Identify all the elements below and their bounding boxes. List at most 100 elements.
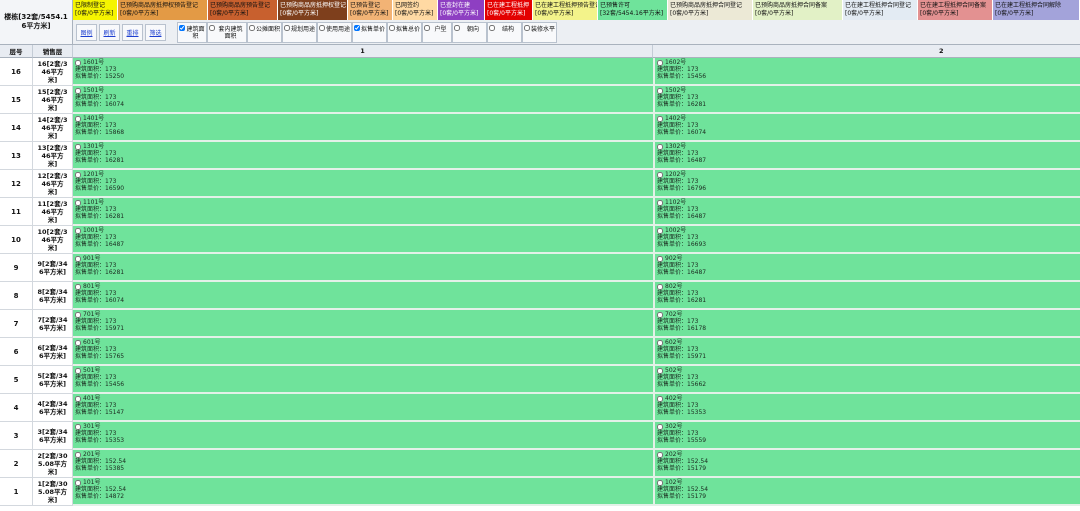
refresh-link[interactable]: 刷新 (99, 23, 120, 41)
unit-checkbox[interactable] (75, 115, 81, 122)
unit-cell[interactable]: 801号 建筑面积：173 拟售单价：16074 (73, 282, 653, 310)
unit-cell[interactable]: 702号 建筑面积：173 拟售单价：16178 (653, 310, 1080, 338)
legend-link[interactable]: 图例 (76, 23, 97, 41)
unit-checkbox[interactable] (657, 87, 663, 94)
unit-cell[interactable]: 302号 建筑面积：173 拟售单价：15559 (653, 422, 1080, 450)
unit-cell[interactable]: 901号 建筑面积：173 拟售单价：16281 (73, 254, 653, 282)
unit-checkbox[interactable] (75, 339, 81, 346)
display-option-label: 拟售单价 (361, 25, 386, 33)
unit-cell[interactable]: 201号 建筑面积：152.54 拟售单价：15385 (73, 450, 653, 478)
unit-cell[interactable]: 1001号 建筑面积：173 拟售单价：16487 (73, 226, 653, 254)
display-option-checkbox[interactable] (319, 24, 325, 31)
unit-checkbox[interactable] (75, 367, 81, 374)
unit-cell[interactable]: 601号 建筑面积：173 拟售单价：15765 (73, 338, 653, 366)
display-option[interactable]: 结构 (487, 21, 522, 43)
unit-cell[interactable]: 1201号 建筑面积：173 拟售单价：16590 (73, 170, 653, 198)
unit-header: 1501号 (75, 87, 651, 94)
display-option[interactable]: 拟售总价 (387, 21, 422, 43)
unit-checkbox[interactable] (75, 423, 81, 430)
unit-cell[interactable]: 1102号 建筑面积：173 拟售单价：16487 (653, 198, 1080, 226)
unit-number: 201号 (83, 451, 101, 458)
display-option[interactable]: 建筑面积 (177, 21, 207, 43)
unit-checkbox[interactable] (657, 255, 663, 262)
unit-number: 902号 (665, 255, 683, 262)
unit-cell[interactable]: 101号 建筑面积：152.54 拟售单价：14872 (73, 478, 653, 506)
display-option-checkbox[interactable] (284, 24, 290, 31)
filter-link[interactable]: 筛选 (145, 23, 166, 41)
unit-header: 902号 (657, 255, 1078, 262)
unit-checkbox[interactable] (75, 311, 81, 318)
unit-price-value: 16074 (105, 297, 125, 304)
unit-area-value: 173 (105, 122, 117, 129)
unit-checkbox[interactable] (657, 367, 663, 374)
unit-cell[interactable]: 1101号 建筑面积：173 拟售单价：16281 (73, 198, 653, 226)
unit-checkbox[interactable] (75, 451, 81, 458)
display-option-checkbox[interactable] (179, 24, 185, 31)
unit-checkbox[interactable] (657, 115, 663, 122)
unit-cell[interactable]: 102号 建筑面积：152.54 拟售单价：15179 (653, 478, 1080, 506)
unit-checkbox[interactable] (657, 479, 663, 486)
unit-checkbox[interactable] (75, 199, 81, 206)
unit-checkbox[interactable] (657, 311, 663, 318)
unit-checkbox[interactable] (75, 255, 81, 262)
display-option-checkbox[interactable] (249, 24, 255, 31)
unit-checkbox[interactable] (657, 171, 663, 178)
unit-checkbox[interactable] (75, 395, 81, 402)
display-option[interactable]: 规划用途 (282, 21, 317, 43)
rearrange-link[interactable]: 重排 (122, 23, 143, 41)
display-option-checkbox[interactable] (424, 24, 430, 31)
unit-checkbox[interactable] (657, 143, 663, 150)
unit-cell[interactable]: 501号 建筑面积：173 拟售单价：15456 (73, 366, 653, 394)
unit-checkbox[interactable] (75, 59, 81, 66)
unit-checkbox[interactable] (657, 227, 663, 234)
unit-checkbox[interactable] (657, 199, 663, 206)
unit-checkbox[interactable] (657, 339, 663, 346)
display-option-checkbox[interactable] (524, 24, 530, 31)
display-option[interactable]: 装修水平 (522, 21, 557, 43)
unit-checkbox[interactable] (75, 283, 81, 290)
display-option[interactable]: 公摊面积 (247, 21, 282, 43)
unit-area-value: 173 (687, 318, 699, 325)
display-option-checkbox[interactable] (489, 24, 495, 31)
unit-cell[interactable]: 1302号 建筑面积：173 拟售单价：16487 (653, 142, 1080, 170)
unit-cell[interactable]: 802号 建筑面积：173 拟售单价：16281 (653, 282, 1080, 310)
unit-cell[interactable]: 902号 建筑面积：173 拟售单价：16487 (653, 254, 1080, 282)
unit-cell[interactable]: 701号 建筑面积：173 拟售单价：15971 (73, 310, 653, 338)
unit-checkbox[interactable] (75, 87, 81, 94)
display-option-checkbox[interactable] (389, 24, 395, 31)
unit-cell[interactable]: 1401号 建筑面积：173 拟售单价：15868 (73, 114, 653, 142)
unit-cell[interactable]: 1501号 建筑面积：173 拟售单价：16074 (73, 86, 653, 114)
unit-cell[interactable]: 1502号 建筑面积：173 拟售单价：16281 (653, 86, 1080, 114)
unit-checkbox[interactable] (657, 283, 663, 290)
display-option[interactable]: 户型 (422, 21, 452, 43)
unit-cell[interactable]: 401号 建筑面积：173 拟售单价：15147 (73, 394, 653, 422)
unit-checkbox[interactable] (657, 451, 663, 458)
unit-cell[interactable]: 1002号 建筑面积：173 拟售单价：16693 (653, 226, 1080, 254)
header-column-1: 1 (73, 45, 653, 58)
unit-cell[interactable]: 1602号 建筑面积：173 拟售单价：15456 (653, 58, 1080, 86)
unit-cell[interactable]: 202号 建筑面积：152.54 拟售单价：15179 (653, 450, 1080, 478)
display-option[interactable]: 套内建筑面积 (207, 21, 247, 43)
unit-checkbox[interactable] (657, 395, 663, 402)
unit-cell[interactable]: 1202号 建筑面积：173 拟售单价：16796 (653, 170, 1080, 198)
display-option-checkbox[interactable] (354, 24, 360, 31)
unit-checkbox[interactable] (75, 227, 81, 234)
display-option[interactable]: 拟售单价 (352, 21, 387, 43)
unit-checkbox[interactable] (75, 171, 81, 178)
unit-price-value: 15147 (105, 409, 125, 416)
display-option[interactable]: 朝向 (452, 21, 487, 43)
unit-cell[interactable]: 402号 建筑面积：173 拟售单价：15353 (653, 394, 1080, 422)
unit-cell[interactable]: 1402号 建筑面积：173 拟售单价：16074 (653, 114, 1080, 142)
unit-checkbox[interactable] (657, 423, 663, 430)
unit-cell[interactable]: 1601号 建筑面积：173 拟售单价：15250 (73, 58, 653, 86)
unit-checkbox[interactable] (657, 59, 663, 66)
display-option-checkbox[interactable] (209, 24, 215, 31)
unit-cell[interactable]: 602号 建筑面积：173 拟售单价：15971 (653, 338, 1080, 366)
unit-checkbox[interactable] (75, 143, 81, 150)
display-option-checkbox[interactable] (454, 24, 460, 31)
unit-cell[interactable]: 301号 建筑面积：173 拟售单价：15353 (73, 422, 653, 450)
unit-cell[interactable]: 502号 建筑面积：173 拟售单价：15662 (653, 366, 1080, 394)
unit-cell[interactable]: 1301号 建筑面积：173 拟售单价：16281 (73, 142, 653, 170)
display-option[interactable]: 使用用途 (317, 21, 352, 43)
unit-checkbox[interactable] (75, 479, 81, 486)
